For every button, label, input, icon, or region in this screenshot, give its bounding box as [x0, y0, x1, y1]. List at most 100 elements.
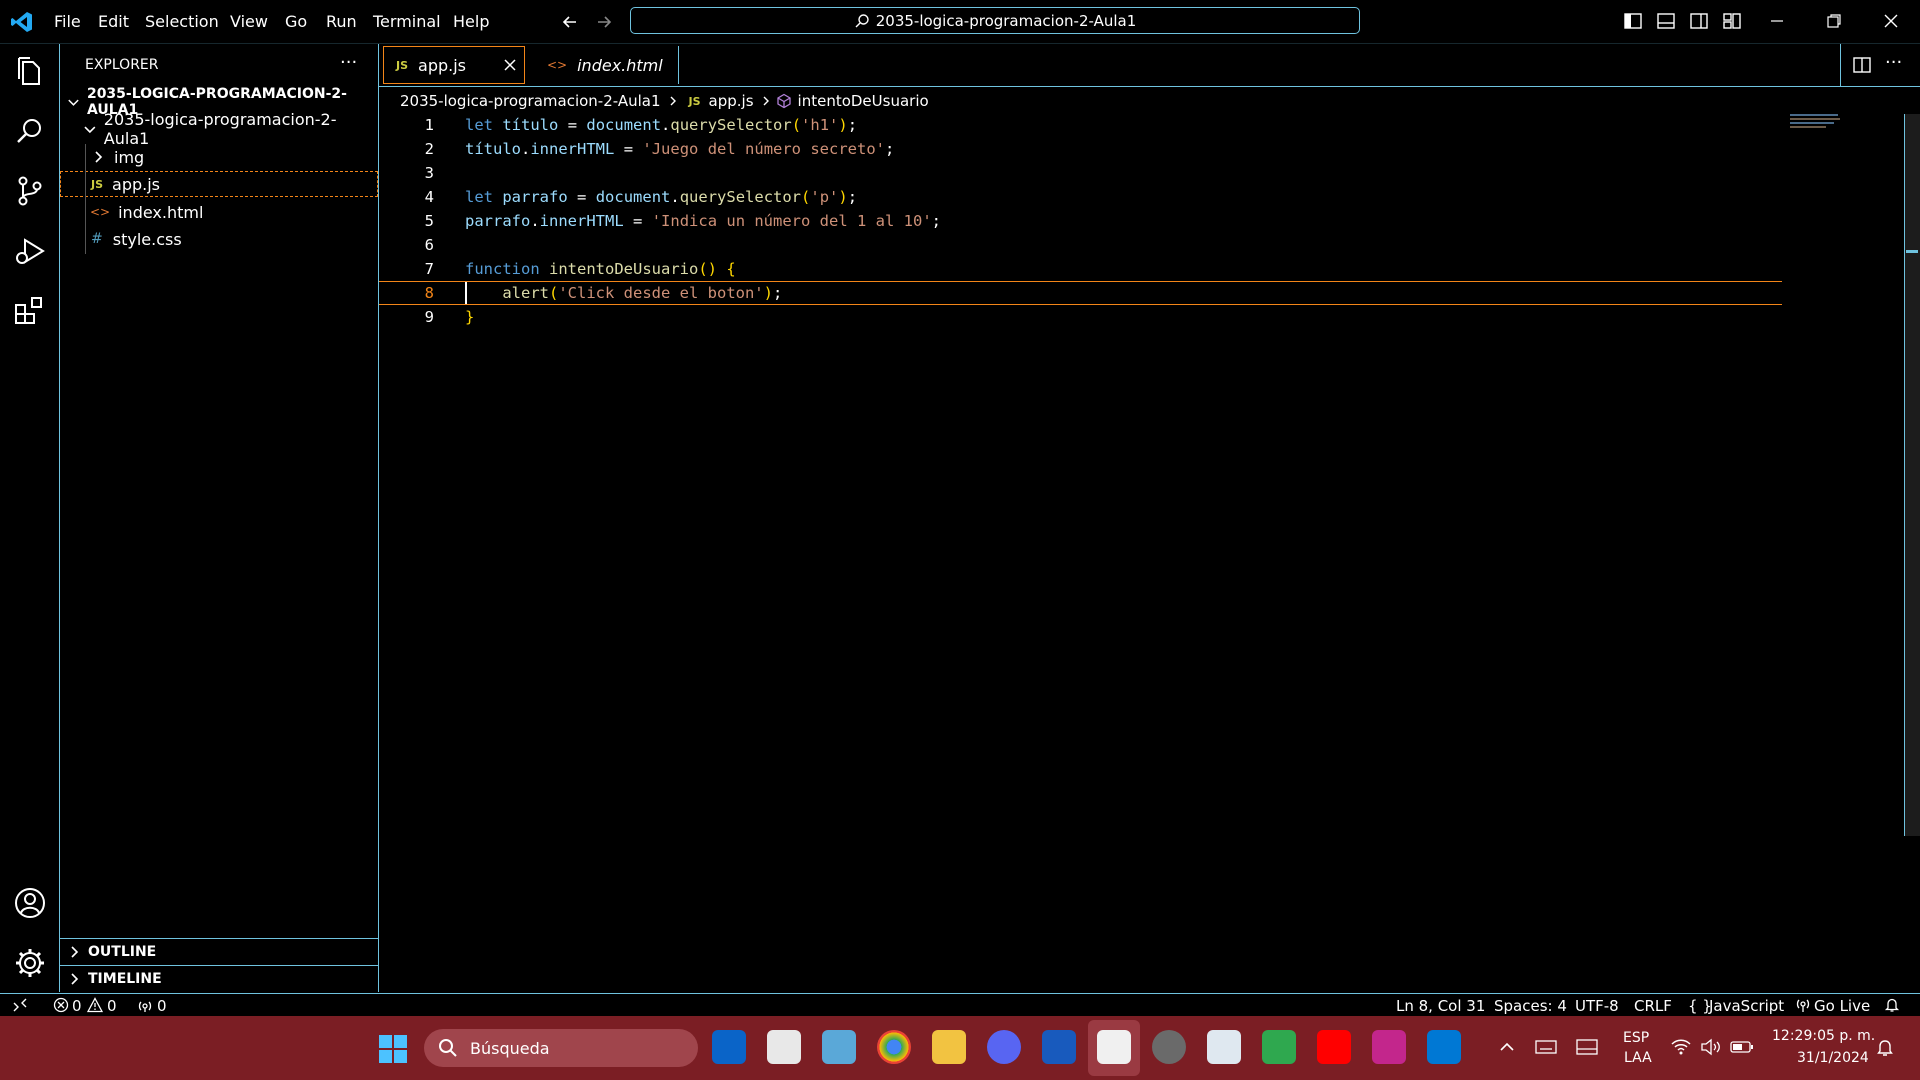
forward-arrow-icon[interactable]	[594, 12, 614, 32]
breadcrumb-file[interactable]: app.js	[709, 92, 754, 110]
tree-item-app-js[interactable]: JS app.js	[60, 171, 378, 197]
code-text: let título = document.querySelector('h1'…	[465, 116, 858, 134]
current-line: 8 alert('Click desde el boton');	[379, 281, 1782, 305]
volume-icon[interactable]	[1700, 1038, 1722, 1056]
settings-gear-icon[interactable]	[13, 946, 47, 980]
tree-item-index-html[interactable]: <> index.html	[60, 199, 378, 225]
back-arrow-icon[interactable]	[560, 12, 580, 32]
warning-icon[interactable]	[87, 997, 103, 1013]
youtube-icon[interactable]	[1317, 1030, 1351, 1064]
search-icon[interactable]	[13, 114, 47, 148]
sidebar-title: EXPLORER	[85, 57, 159, 73]
green-app-icon[interactable]	[1262, 1030, 1296, 1064]
ports-icon[interactable]	[137, 997, 153, 1013]
split-editor-icon[interactable]	[1853, 56, 1871, 74]
vscode-logo-icon	[11, 12, 32, 32]
settings-app-icon[interactable]	[1152, 1030, 1186, 1064]
menu-file[interactable]: File	[54, 12, 81, 31]
wifi-icon[interactable]	[1670, 1038, 1692, 1056]
battery-icon[interactable]	[1730, 1038, 1754, 1056]
menu-go[interactable]: Go	[285, 12, 307, 31]
close-window-icon[interactable]	[1882, 12, 1900, 30]
breadcrumb-symbol[interactable]: intentoDeUsuario	[798, 92, 929, 110]
run-debug-icon[interactable]	[13, 234, 47, 268]
language-mode[interactable]: JavaScript	[1709, 997, 1784, 1015]
performance-monitor-icon[interactable]	[1207, 1030, 1241, 1064]
toggle-secondary-sidebar-icon[interactable]	[1690, 12, 1708, 30]
command-center[interactable]: 2035-logica-programacion-2-Aula1	[630, 7, 1360, 34]
menu-help[interactable]: Help	[453, 12, 489, 31]
menu-edit[interactable]: Edit	[98, 12, 129, 31]
code-editor[interactable]: 1 let título = document.querySelector('h…	[379, 113, 1782, 983]
clock-date[interactable]: 31/1/2024	[1797, 1050, 1869, 1066]
vscode-taskbar-icon[interactable]	[1427, 1030, 1461, 1064]
menu-view[interactable]: View	[230, 12, 268, 31]
explorer-icon[interactable]	[13, 54, 47, 88]
more-actions-icon[interactable]: ···	[1885, 52, 1902, 73]
minimap[interactable]	[1790, 114, 1842, 130]
go-live-button[interactable]: Go Live	[1814, 997, 1870, 1015]
menu-run[interactable]: Run	[326, 12, 357, 31]
menu-selection[interactable]: Selection	[145, 12, 219, 31]
control-panel-icon[interactable]	[822, 1030, 856, 1064]
customize-layout-icon[interactable]	[1723, 12, 1741, 30]
outlook-icon[interactable]	[712, 1030, 746, 1064]
vertical-scrollbar[interactable]	[1904, 114, 1920, 836]
html-icon: <>	[90, 205, 111, 219]
notifications-bell-icon[interactable]	[1875, 1038, 1895, 1058]
close-icon[interactable]	[502, 57, 518, 73]
display-icon[interactable]	[1576, 1038, 1598, 1056]
error-count[interactable]: 0	[72, 997, 82, 1015]
minimize-icon[interactable]	[1768, 12, 1786, 30]
clock-time[interactable]: 12:29:05 p. m.	[1772, 1028, 1875, 1044]
tree-item-label: index.html	[118, 202, 204, 222]
snipping-tool-icon[interactable]	[1097, 1030, 1131, 1064]
indentation[interactable]: Spaces: 4	[1494, 997, 1567, 1015]
code-line: 2 título.innerHTML = 'Juego del número s…	[379, 137, 1782, 161]
line-endings[interactable]: CRLF	[1634, 997, 1672, 1015]
warning-count[interactable]: 0	[107, 997, 117, 1015]
js-icon: JS	[91, 177, 104, 191]
chrome-icon[interactable]	[877, 1030, 911, 1064]
input-language-2[interactable]: LAA	[1624, 1050, 1652, 1066]
tree-item-style-css[interactable]: # style.css	[60, 226, 378, 252]
search-placeholder: Búsqueda	[470, 1038, 550, 1058]
toggle-panel-icon[interactable]	[1657, 12, 1675, 30]
file-explorer-icon[interactable]	[932, 1030, 966, 1064]
bell-icon[interactable]	[1884, 997, 1900, 1013]
ports-count[interactable]: 0	[157, 997, 167, 1015]
error-icon[interactable]	[53, 997, 69, 1013]
tab-index-html[interactable]: <> index.html	[529, 46, 679, 84]
tree-item-img[interactable]: img	[60, 144, 378, 170]
extensions-icon[interactable]	[13, 294, 47, 328]
line-number: 5	[424, 212, 434, 230]
chevron-up-icon[interactable]	[1498, 1038, 1516, 1056]
chevron-down-icon	[84, 126, 96, 134]
media-app-icon[interactable]	[1372, 1030, 1406, 1064]
menu-terminal[interactable]: Terminal	[373, 12, 441, 31]
accounts-icon[interactable]	[13, 886, 47, 920]
timeline-section[interactable]: TIMELINE	[60, 965, 378, 991]
broadcast-icon	[1796, 999, 1810, 1012]
folder-row[interactable]: 2035-logica-programacion-2-Aula1	[60, 110, 378, 148]
source-control-icon[interactable]	[13, 174, 47, 208]
breadcrumb-folder[interactable]: 2035-logica-programacion-2-Aula1	[400, 92, 661, 110]
cursor-position[interactable]: Ln 8, Col 31	[1396, 997, 1485, 1015]
line-number: 3	[424, 164, 434, 182]
remote-icon[interactable]	[12, 997, 28, 1013]
tab-app-js[interactable]: JS app.js	[383, 46, 525, 84]
windows-start-icon[interactable]	[378, 1034, 408, 1064]
more-actions-icon[interactable]: ···	[340, 52, 357, 73]
toggle-primary-sidebar-icon[interactable]	[1624, 12, 1642, 30]
taskbar-search[interactable]: Búsqueda	[424, 1029, 698, 1067]
encoding[interactable]: UTF-8	[1575, 997, 1619, 1015]
keyboard-icon[interactable]	[1535, 1038, 1557, 1056]
store-icon[interactable]	[767, 1030, 801, 1064]
chevron-right-icon	[763, 96, 769, 106]
discord-icon[interactable]	[987, 1030, 1021, 1064]
outline-section[interactable]: OUTLINE	[60, 938, 378, 964]
folder-label: 2035-logica-programacion-2-Aula1	[103, 110, 337, 148]
restore-icon[interactable]	[1825, 12, 1843, 30]
word-icon[interactable]	[1042, 1030, 1076, 1064]
input-language-1[interactable]: ESP	[1623, 1030, 1649, 1046]
